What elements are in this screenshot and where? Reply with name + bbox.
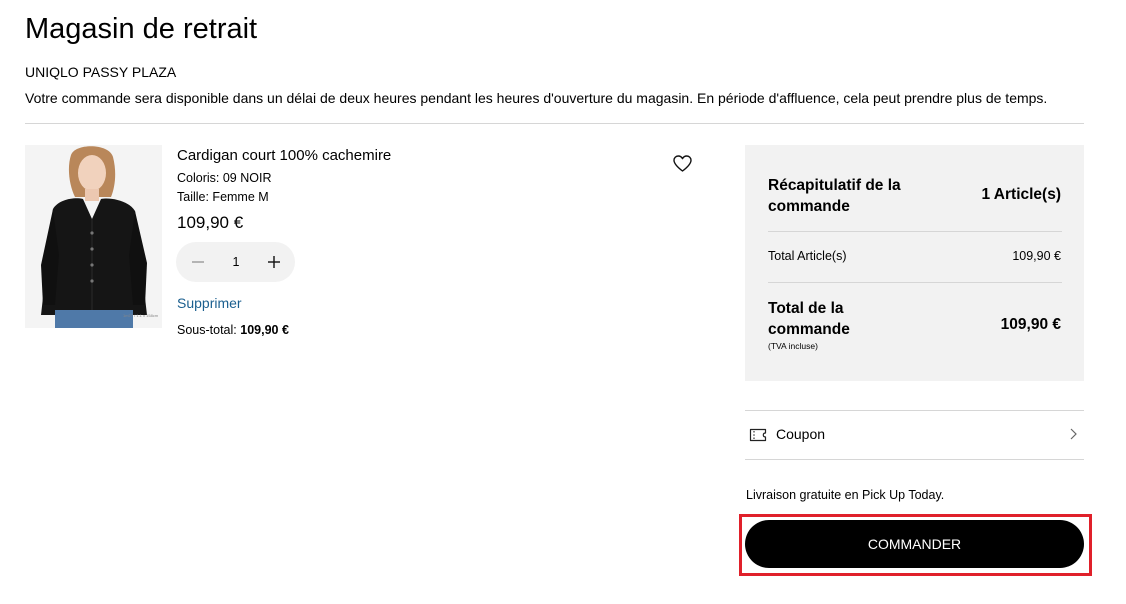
quantity-stepper: 1 [176,242,295,282]
shipping-note: Livraison gratuite en Pick Up Today. [746,488,945,502]
subtotal-label: Sous-total: [177,323,237,337]
minus-icon[interactable] [186,250,210,274]
plus-icon[interactable] [262,250,286,274]
summary-total-label: Total de la commande [768,300,850,338]
product-name[interactable]: Cardigan court 100% cachemire [177,147,391,165]
remove-link[interactable]: Supprimer [177,295,242,311]
summary-title: Récapitulatif de la commande [768,177,901,215]
summary-total-value: 109,90 € [1000,316,1061,333]
heart-icon[interactable] [672,154,693,174]
chevron-right-icon [1068,427,1078,441]
product-photo [25,145,162,328]
divider [768,282,1062,283]
divider [768,231,1062,232]
summary-item-count: 1 Article(s) [981,186,1061,203]
subtotal-value: 109,90 € [240,323,289,337]
coupon-row[interactable]: Coupon [745,410,1084,460]
coupon-label: Coupon [776,426,826,442]
product-color: Coloris: 09 NOIR [177,171,272,185]
product-image[interactable]: 1m77 / 1.1 x 158cm [25,145,162,328]
store-name: UNIQLO PASSY PLAZA [25,64,177,80]
subtotal: Sous-total: 109,90 € [177,323,289,338]
page-title: Magasin de retrait [25,13,258,45]
order-button[interactable]: COMMANDER [745,520,1084,568]
product-size: Taille: Femme M [177,190,269,204]
quantity-value[interactable]: 1 [228,254,244,270]
image-caption: 1m77 / 1.1 x 158cm [123,313,159,318]
divider [25,123,1084,124]
order-summary: Récapitulatif de la commande 1 Article(s… [745,145,1084,381]
summary-items-value: 109,90 € [1012,249,1061,263]
store-availability-note: Votre commande sera disponible dans un d… [25,90,1048,106]
ticket-icon [749,427,767,443]
vat-note: (TVA incluse) [768,341,818,351]
product-price: 109,90 € [177,213,244,232]
summary-items-label: Total Article(s) [768,249,847,263]
